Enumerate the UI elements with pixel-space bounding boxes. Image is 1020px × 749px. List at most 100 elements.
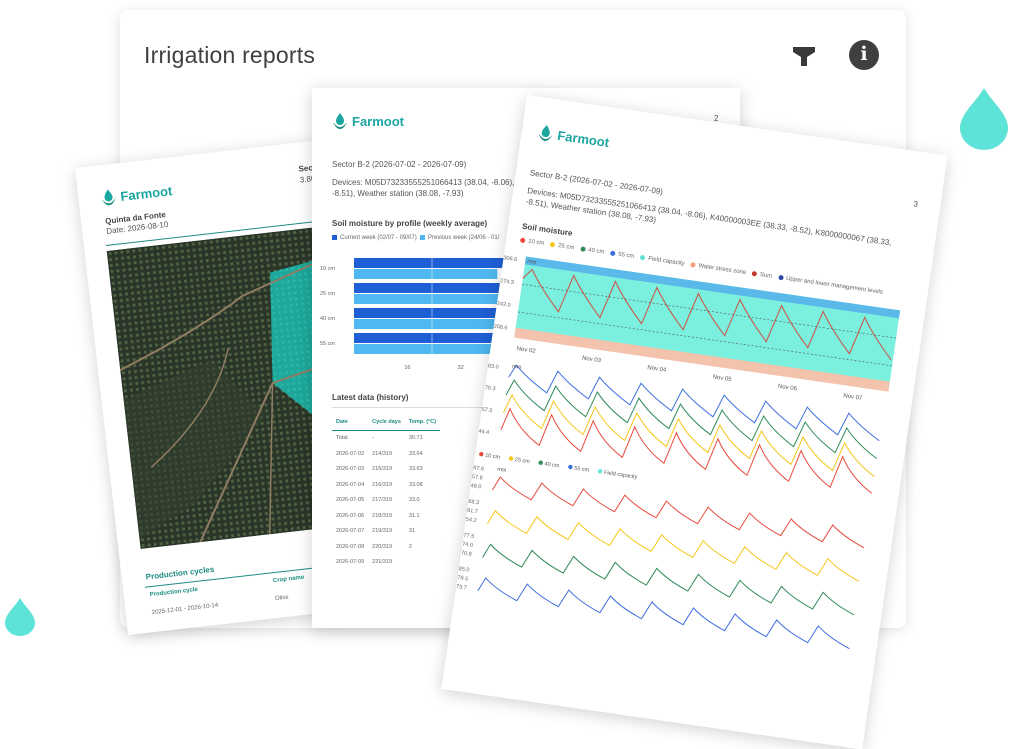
y-axis-unit: mm <box>497 467 507 474</box>
legend-swatch <box>777 274 784 281</box>
table-cell: 2026-07-03 <box>336 466 365 473</box>
y-axis-unit: mm <box>527 259 537 266</box>
legend-swatch <box>597 469 603 474</box>
legend-swatch <box>332 235 337 240</box>
legend-label: 25 cm <box>514 457 530 465</box>
y-tick-label: 54.2 <box>465 517 476 524</box>
page-number: 3 <box>912 199 919 209</box>
table-cell: 2026-07-06 <box>336 512 365 519</box>
table-cell: 31.1 <box>408 512 420 519</box>
table-cell: 33.0 <box>408 497 420 504</box>
y-tick-label: 208.6 <box>493 324 507 332</box>
brand-logo: Farmoot <box>537 123 611 151</box>
legend-label: 40 cm <box>544 461 560 469</box>
y-tick-label: 57.5 <box>481 407 492 414</box>
crop-cell: Olive <box>274 594 290 603</box>
depth-panel-line <box>491 476 865 549</box>
table-cell: 2026-07-05 <box>336 497 365 504</box>
farmoot-logo-icon <box>538 125 553 142</box>
legend-swatch <box>609 250 616 257</box>
table-cell: 2 <box>408 543 412 550</box>
filter-icon <box>793 47 815 66</box>
legend-swatch <box>508 456 514 461</box>
table-cell: 215/319 <box>372 466 393 473</box>
table-cell: 221/319 <box>372 559 393 566</box>
sector-heading: Sector B-2 (2026-07-02 - 2026-07-09) <box>332 160 467 169</box>
brand-name: Farmoot <box>556 127 611 150</box>
info-button[interactable]: i <box>849 40 879 70</box>
legend-previous-label: Previous week (24/06 - 01/ <box>428 235 500 242</box>
y-tick-label: 25 cm <box>320 291 335 297</box>
y-tick-label: 74.0 <box>462 541 473 548</box>
legend-label: 10 cm <box>485 453 501 461</box>
table-cell: 2026-07-02 <box>336 450 365 457</box>
legend-label: 25 cm <box>557 243 575 252</box>
devices-line-1: Devices: M05D73233555251066413 (38.04, -… <box>526 186 893 248</box>
y-tick-label: 70.8 <box>461 550 472 557</box>
legend-label: Sum <box>759 272 773 280</box>
table-row: 2026-07-06 218/319 31.1 <box>332 508 440 524</box>
legend-label: 55 cm <box>617 251 635 261</box>
legend-swatch <box>579 246 586 252</box>
brand-logo: Farmoot <box>332 112 404 130</box>
legend-swatch <box>538 460 543 465</box>
table-cell: 33.08 <box>408 481 423 488</box>
brand-name: Farmoot <box>119 182 173 204</box>
x-tick-label: Nov 04 <box>647 365 667 374</box>
legend-current: Current week (02/07 - 09/07) <box>332 235 417 241</box>
y-tick-label: 77.5 <box>463 532 474 539</box>
table-cell: 2026-07-08 <box>336 543 365 550</box>
table-header: Date <box>332 414 369 431</box>
col-production-cycle: Production cycle <box>149 586 199 599</box>
x-tick-label: Nov 03 <box>582 356 602 365</box>
legend-label: 55 cm <box>574 466 590 474</box>
water-drop-icon <box>5 598 35 636</box>
table-cell: 216/319 <box>372 481 393 488</box>
table-cell: 214/319 <box>372 450 393 457</box>
depth-panel-line <box>477 577 850 650</box>
y-tick-label: 242.0 <box>496 301 510 309</box>
legend-swatch <box>479 451 484 457</box>
field-capacity-band <box>514 256 901 390</box>
y-axis-unit: mm <box>512 364 522 371</box>
table-cell: 33.63 <box>408 466 423 473</box>
table-cell: 217/319 <box>372 497 393 504</box>
legend-swatch <box>690 262 696 268</box>
bar-previous <box>354 319 501 329</box>
x-tick-label: Nov 05 <box>712 374 732 383</box>
soil-moisture-chart: 306.6 274.3 242.0 208.6 mm Nov 02 Nov 03 Nov 04… <box>456 255 901 650</box>
table-row: 2026-07-08 220/319 2 <box>332 539 440 555</box>
legend-swatch <box>519 237 526 244</box>
water-drop-icon <box>960 88 1008 150</box>
brand-name: Farmoot <box>352 113 404 129</box>
y-tick-label: 68.3 <box>468 499 479 506</box>
y-tick-label: 306.6 <box>503 255 517 263</box>
farmoot-logo-icon <box>101 189 116 206</box>
table-cell: 30.71 <box>408 435 423 442</box>
devices-line-1: Devices: M05D73233555251066413 (38.04, -… <box>332 178 515 187</box>
y-tick-label: 67.6 <box>473 465 484 472</box>
x-tick-label: Nov 06 <box>778 384 798 393</box>
y-tick-label: 57.6 <box>472 474 483 481</box>
table-row: 2026-07-03 215/319 33.63 <box>332 462 440 478</box>
table-header-row: Date Cycle days Temp. (°C) <box>332 414 441 431</box>
legend-current-label: Current week (02/07 - 09/07) <box>340 235 417 242</box>
brand-logo: Farmoot <box>100 181 174 207</box>
table-cell: 2026-07-04 <box>336 481 365 488</box>
y-tick-label: 55 cm <box>320 341 335 347</box>
legend-label: Field capacity <box>603 470 637 481</box>
legend-label: 10 cm <box>527 238 545 248</box>
bar-previous <box>354 344 504 354</box>
y-tick-label: 274.3 <box>500 278 514 286</box>
y-tick-label: 85.0 <box>458 566 469 573</box>
legend-swatch <box>568 464 573 470</box>
filter-button[interactable] <box>791 43 817 69</box>
legend-swatch <box>640 254 646 261</box>
legend-label: 40 cm <box>587 247 605 256</box>
y-tick-label: 83.0 <box>487 363 498 370</box>
devices-line-2: -8.51), Weather station (38.08, -7.93) <box>332 189 464 198</box>
table-row: Total - 30.71 <box>332 430 440 446</box>
table-header: Temp. (°C) <box>404 414 441 431</box>
x-tick-label: 32 <box>458 365 464 371</box>
table-cell: 2026-07-09 <box>336 559 365 566</box>
